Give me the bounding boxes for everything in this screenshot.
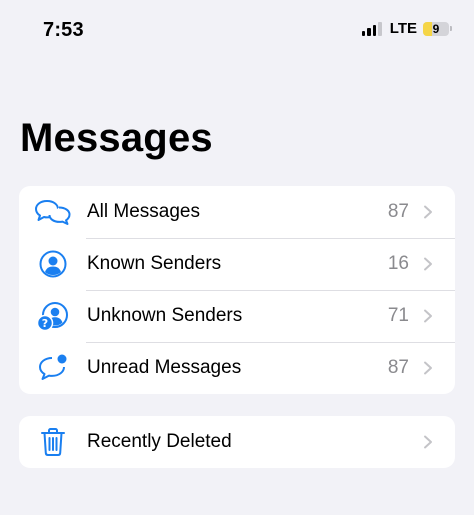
page-title: Messages <box>20 116 213 160</box>
svg-text:?: ? <box>42 317 48 330</box>
filter-count: 71 <box>387 305 409 326</box>
filters-list: All Messages 87 Known Senders 16 ? Unkno… <box>19 186 455 394</box>
filter-label: Known Senders <box>87 253 222 274</box>
person-circle-icon <box>33 248 73 280</box>
chevron-right-icon <box>424 435 432 449</box>
recently-deleted-section: Recently Deleted <box>19 416 455 468</box>
chevron-right-icon <box>424 205 432 219</box>
chevron-right-icon <box>424 309 432 323</box>
filter-count: 87 <box>387 201 409 222</box>
trash-icon <box>33 426 73 458</box>
filter-count: 87 <box>387 357 409 378</box>
filter-label: All Messages <box>87 201 200 222</box>
chevron-right-icon <box>424 361 432 375</box>
status-bar: 7:53 LTE 9 <box>0 0 474 60</box>
chat-bubbles-icon <box>33 196 73 228</box>
filter-count: 16 <box>387 253 409 274</box>
cellular-signal-icon <box>361 21 382 36</box>
battery-icon: 9 <box>423 21 452 36</box>
filter-unknown-senders[interactable]: ? Unknown Senders 71 <box>19 290 455 342</box>
person-question-icon: ? <box>33 300 73 332</box>
filter-unread-messages[interactable]: Unread Messages 87 <box>19 342 455 394</box>
recently-deleted-label: Recently Deleted <box>87 431 232 452</box>
status-time: 7:53 <box>43 19 84 41</box>
battery-level: 9 <box>432 21 440 36</box>
network-type: LTE <box>389 20 417 37</box>
recently-deleted-row[interactable]: Recently Deleted <box>19 416 455 468</box>
status-indicators: LTE 9 <box>361 20 452 37</box>
filter-known-senders[interactable]: Known Senders 16 <box>19 238 455 290</box>
chevron-right-icon <box>424 257 432 271</box>
filter-label: Unread Messages <box>87 357 242 378</box>
unread-bubble-icon <box>33 352 73 384</box>
filter-all-messages[interactable]: All Messages 87 <box>19 186 455 238</box>
filter-label: Unknown Senders <box>87 305 243 326</box>
